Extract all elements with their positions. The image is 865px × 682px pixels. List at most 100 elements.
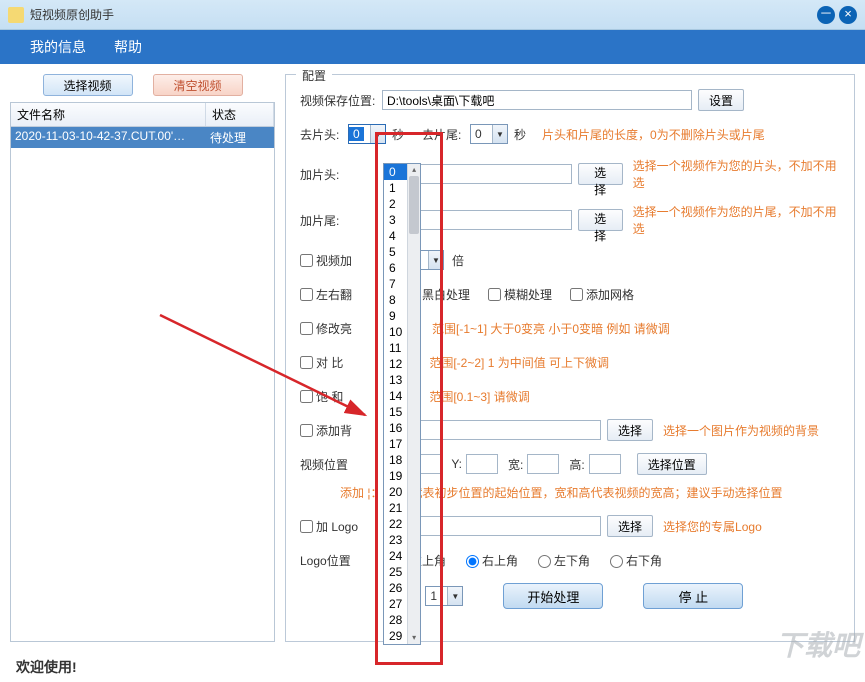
stop-button[interactable]: 停 止	[643, 583, 743, 609]
pos-label: 视频位置	[300, 456, 358, 473]
dropdown-item[interactable]: 16	[384, 420, 407, 436]
logo-checkbox[interactable]: 加 Logo	[300, 518, 358, 535]
scroll-down-arrow[interactable]: ▾	[408, 632, 420, 644]
radio-br[interactable]: 右下角	[610, 552, 662, 569]
dropdown-item[interactable]: 15	[384, 404, 407, 420]
bg-hint: 选择一个图片作为视频的背景	[663, 422, 819, 439]
satur-hint: 范围[0.1~3] 请微调	[429, 388, 529, 405]
dropdown-item[interactable]: 9	[384, 308, 407, 324]
trim-head-dropdown[interactable]: 0123456789101112131415161718192021222324…	[383, 163, 421, 645]
radio-tr[interactable]: 右上角	[466, 552, 518, 569]
dropdown-item[interactable]: 1	[384, 180, 407, 196]
trim-tail-select[interactable]: 0▼	[470, 124, 508, 144]
footer: 欢迎使用!	[0, 652, 865, 682]
dropdown-item[interactable]: 28	[384, 612, 407, 628]
dropdown-item[interactable]: 12	[384, 356, 407, 372]
speed-unit: 倍	[452, 252, 464, 269]
config-legend: 配置	[296, 67, 332, 84]
menubar: 我的信息 帮助	[0, 30, 865, 64]
dropdown-item[interactable]: 14	[384, 388, 407, 404]
satur-checkbox[interactable]: 饱 和	[300, 388, 343, 405]
scroll-thumb[interactable]	[409, 176, 419, 234]
threads-select[interactable]: 1▼	[425, 586, 463, 606]
pos-h-input[interactable]	[589, 454, 621, 474]
dropdown-item[interactable]: 6	[384, 260, 407, 276]
scroll-up-arrow[interactable]: ▴	[408, 164, 420, 176]
add-tail-hint: 选择一个视频作为您的片尾，不加不用选	[633, 203, 840, 237]
dropdown-scrollbar[interactable]: ▴ ▾	[407, 164, 420, 644]
dropdown-item[interactable]: 10	[384, 324, 407, 340]
contrast-hint: 范围[-2~2] 1 为中间值 可上下微调	[429, 354, 609, 371]
save-path-label: 视频保存位置:	[300, 92, 382, 109]
dropdown-item[interactable]: 4	[384, 228, 407, 244]
titlebar: 短视频原创助手 － ×	[0, 0, 865, 30]
start-button[interactable]: 开始处理	[503, 583, 603, 609]
choose-head-button[interactable]: 选择	[578, 163, 623, 185]
dropdown-item[interactable]: 18	[384, 452, 407, 468]
dropdown-item[interactable]: 0	[384, 164, 407, 180]
logo-input[interactable]	[406, 516, 601, 536]
choose-logo-button[interactable]: 选择	[607, 515, 653, 537]
left-pane: 选择视频 清空视频 文件名称 状态 2020-11-03-10-42-37.CU…	[10, 74, 275, 642]
dropdown-item[interactable]: 22	[384, 516, 407, 532]
app-icon	[8, 7, 24, 23]
dropdown-item[interactable]: 5	[384, 244, 407, 260]
sec-label-2: 秒	[514, 126, 526, 143]
dropdown-item[interactable]: 19	[384, 468, 407, 484]
dropdown-item[interactable]: 25	[384, 564, 407, 580]
table-row[interactable]: 2020-11-03-10-42-37.CUT.00'… 待处理	[11, 127, 274, 148]
dropdown-item[interactable]: 21	[384, 500, 407, 516]
pos-w-input[interactable]	[527, 454, 559, 474]
col-header-name[interactable]: 文件名称	[11, 103, 206, 126]
dropdown-item[interactable]: 17	[384, 436, 407, 452]
bg-checkbox[interactable]: 添加背	[300, 422, 352, 439]
add-tail-label: 加片尾:	[300, 212, 346, 229]
footer-text: 欢迎使用!	[16, 657, 77, 677]
app-title: 短视频原创助手	[30, 6, 813, 23]
select-video-button[interactable]: 选择视频	[43, 74, 133, 96]
contrast-checkbox[interactable]: 对 比	[300, 354, 343, 371]
choose-pos-button[interactable]: 选择位置	[637, 453, 707, 475]
dropdown-item[interactable]: 27	[384, 596, 407, 612]
dropdown-item[interactable]: 23	[384, 532, 407, 548]
col-header-status[interactable]: 状态	[206, 103, 274, 126]
logo-hint: 选择您的专属Logo	[663, 518, 762, 535]
config-panel: 配置 视频保存位置: 设置 去片头: 0▼ 秒 去片尾: 0▼ 秒 片头和片尾的…	[285, 74, 855, 642]
file-status-cell: 待处理	[206, 127, 274, 148]
trim-head-select[interactable]: 0▼	[348, 124, 386, 144]
pos-h-label: 高:	[569, 456, 584, 473]
add-head-label: 加片头:	[300, 166, 346, 183]
dropdown-item[interactable]: 2	[384, 196, 407, 212]
clear-video-button[interactable]: 清空视频	[153, 74, 243, 96]
save-path-input[interactable]	[382, 90, 692, 110]
grid-checkbox[interactable]: 添加网格	[570, 286, 634, 303]
speed-checkbox[interactable]: 视频加	[300, 252, 352, 269]
flip-checkbox[interactable]: 左右翻	[300, 286, 352, 303]
pos-w-label: 宽:	[508, 456, 523, 473]
dropdown-item[interactable]: 8	[384, 292, 407, 308]
close-button[interactable]: ×	[839, 6, 857, 24]
dropdown-item[interactable]: 20	[384, 484, 407, 500]
menu-help[interactable]: 帮助	[100, 30, 156, 64]
menu-my-info[interactable]: 我的信息	[16, 30, 100, 64]
radio-bl[interactable]: 左下角	[538, 552, 590, 569]
dropdown-item[interactable]: 11	[384, 340, 407, 356]
choose-bg-button[interactable]: 选择	[607, 419, 653, 441]
pos-y-input[interactable]	[466, 454, 498, 474]
dropdown-item[interactable]: 24	[384, 548, 407, 564]
choose-tail-button[interactable]: 选择	[578, 209, 623, 231]
dropdown-item[interactable]: 3	[384, 212, 407, 228]
trim-hint: 片头和片尾的长度，0为不删除片头或片尾	[542, 126, 765, 143]
set-path-button[interactable]: 设置	[698, 89, 744, 111]
file-table: 文件名称 状态 2020-11-03-10-42-37.CUT.00'… 待处理	[10, 102, 275, 642]
dropdown-item[interactable]: 13	[384, 372, 407, 388]
dropdown-item[interactable]: 7	[384, 276, 407, 292]
blur-checkbox[interactable]: 模糊处理	[488, 286, 552, 303]
dropdown-item[interactable]: 26	[384, 580, 407, 596]
minimize-button[interactable]: －	[817, 6, 835, 24]
trim-tail-label: 去片尾:	[422, 126, 470, 143]
bg-input[interactable]	[406, 420, 601, 440]
bright-hint: 范围[-1~1] 大于0变亮 小于0变暗 例如 请微调	[432, 320, 670, 337]
dropdown-item[interactable]: 29	[384, 628, 407, 644]
bright-checkbox[interactable]: 修改亮	[300, 320, 352, 337]
